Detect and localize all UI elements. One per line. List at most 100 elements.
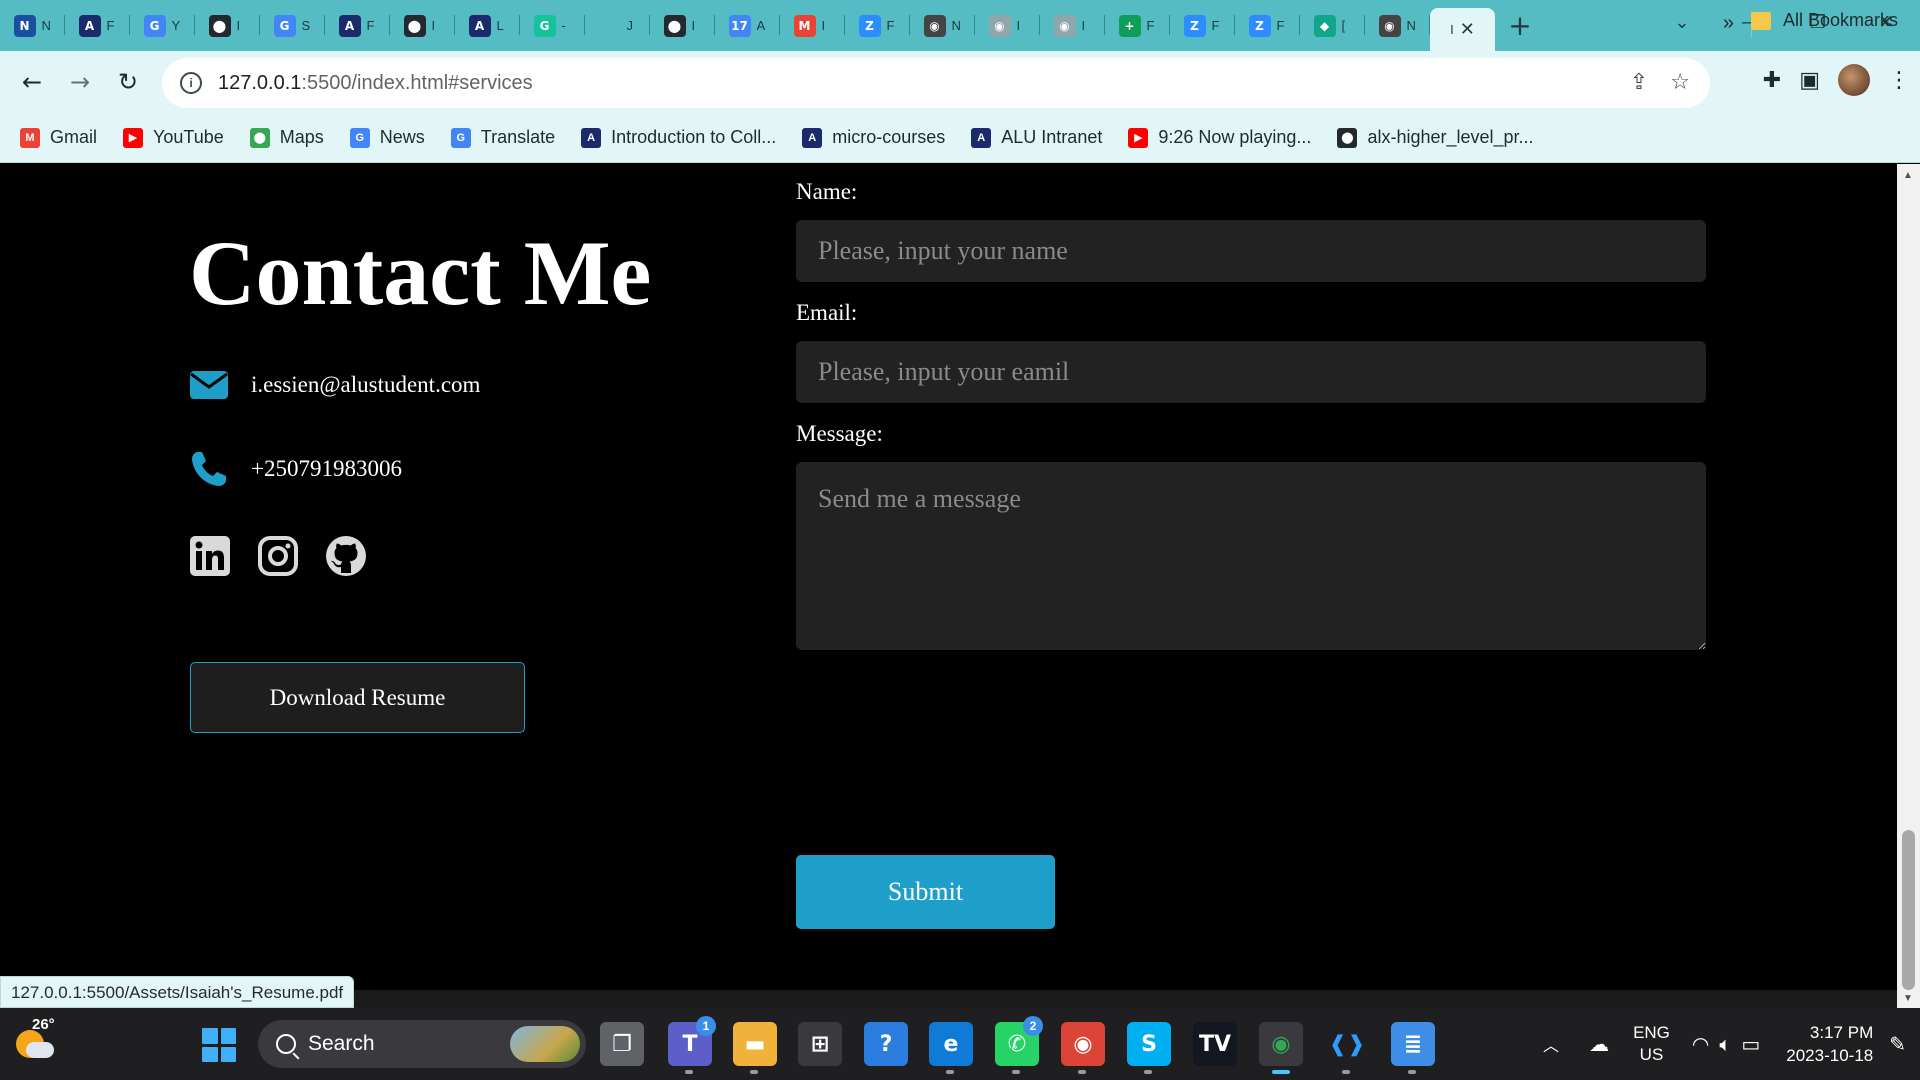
new-tab-icon[interactable]: + [1495, 0, 1545, 51]
browser-tab[interactable]: ZF [1235, 0, 1300, 51]
name-input[interactable] [796, 220, 1706, 282]
browser-tab[interactable]: AF [65, 0, 130, 51]
submit-button[interactable]: Submit [796, 855, 1055, 929]
contact-email[interactable]: i.essien@alustudent.com [251, 372, 480, 398]
browser-tab[interactable]: ZF [845, 0, 910, 51]
browser-tab[interactable]: ⬤ I [650, 0, 715, 51]
tradingview-icon[interactable]: TV [1193, 1022, 1237, 1066]
back-icon[interactable]: ← [8, 58, 56, 106]
teams-icon[interactable]: T1 [668, 1016, 716, 1074]
browser-tab[interactable]: AF [325, 0, 390, 51]
scroll-down-icon[interactable]: ▼ [1903, 993, 1913, 1004]
bookmark-item[interactable]: ▶ 9:26 Now playing... [1128, 127, 1311, 148]
browser-tab[interactable]: 17 A [715, 0, 780, 51]
bookmarks-bar: M Gmail ▶ YouTube ⬤ Maps G News G Translate A Intro… [0, 113, 1920, 163]
vscode-icon[interactable]: ❰❱ [1325, 1022, 1369, 1074]
download-resume-button[interactable]: Download Resume [190, 662, 525, 733]
tab-title: Y [171, 18, 181, 33]
browser-tab[interactable]: AL [455, 0, 520, 51]
chrome-profile-icon[interactable]: ◉ [1061, 1022, 1105, 1074]
bookmark-item[interactable]: G News [349, 127, 425, 148]
linkedin-icon[interactable] [189, 535, 231, 577]
google-icon: G [143, 14, 166, 37]
browser-tab[interactable]: GS [260, 0, 325, 51]
extensions-icon[interactable]: ✚ [1763, 68, 1781, 93]
google-icon: G [273, 14, 296, 37]
browser-tab[interactable]: ◆[ [1300, 0, 1365, 51]
skype-icon[interactable]: S [1127, 1022, 1171, 1074]
notifications-icon[interactable]: ✎ [1889, 1032, 1906, 1056]
file-explorer-icon[interactable]: ▬ [733, 1022, 777, 1074]
site-info-icon[interactable]: i [180, 72, 202, 94]
chrome-icon[interactable]: ◉ [1259, 1022, 1303, 1074]
language-indicator[interactable]: ENG US [1633, 1022, 1670, 1066]
search-icon [276, 1034, 296, 1054]
tray-overflow-icon[interactable]: ︿ [1543, 1032, 1559, 1056]
browser-tab[interactable]: + F [1105, 0, 1170, 51]
bookmark-item[interactable]: ⬤ Maps [249, 127, 324, 148]
email-input[interactable] [796, 341, 1706, 403]
browser-tab[interactable]: ◉ N [910, 0, 975, 51]
github-icon[interactable] [325, 535, 367, 577]
system-tray: ︿ ☁ ENG US ◠ 🔈︎ ▭ 3:17 PM 2023-10-18 ✎ [1543, 1008, 1920, 1080]
notepad-icon[interactable]: ≣ [1391, 1022, 1435, 1074]
browser-tab[interactable]: ◉ I [1040, 0, 1105, 51]
contact-phone[interactable]: +250791983006 [251, 456, 402, 482]
edge-icon[interactable]: e [929, 1022, 973, 1074]
profile-avatar[interactable] [1838, 64, 1870, 96]
browser-tab[interactable]: GY [130, 0, 195, 51]
battery-icon[interactable]: ▭ [1741, 1032, 1760, 1056]
bookmark-item[interactable]: G Translate [450, 127, 555, 148]
share-icon[interactable]: ⇪ [1630, 70, 1648, 95]
tab-search-icon[interactable]: ⌄ [1648, 0, 1716, 44]
side-panel-icon[interactable]: ▣ [1799, 68, 1820, 93]
reload-icon[interactable]: ↻ [104, 58, 152, 106]
microsoft-store-icon[interactable]: ⊞ [798, 1022, 842, 1066]
task-view-icon[interactable]: ❐ [600, 1022, 644, 1066]
bookmark-item[interactable]: M Gmail [20, 127, 97, 148]
all-bookmarks-button[interactable]: All Bookmarks [1750, 10, 1898, 31]
page-scrollbar[interactable]: ▲ ▼ [1897, 164, 1920, 1008]
active-browser-tab[interactable]: I ✕ [1430, 8, 1495, 51]
bookmark-item[interactable]: Amicro-courses [802, 127, 945, 148]
onedrive-icon[interactable]: ☁ [1589, 1032, 1609, 1056]
address-bar[interactable]: i 127.0.0.1:5500/index.html#services ⇪ ☆ [162, 58, 1710, 108]
tab-title: I [431, 18, 436, 33]
browser-tab[interactable]: ⬤ I [390, 0, 455, 51]
browser-tab[interactable]: MI [780, 0, 845, 51]
bookmarks-overflow-button[interactable]: » [1723, 12, 1734, 35]
volume-icon[interactable]: 🔈︎ [1719, 1032, 1731, 1056]
address-url[interactable]: 127.0.0.1:5500/index.html#services [218, 72, 533, 95]
bookmark-item[interactable]: A ALU Intranet [971, 127, 1102, 148]
browser-tab[interactable]: ZF [1170, 0, 1235, 51]
tab-title: F [1146, 18, 1155, 33]
scroll-up-icon[interactable]: ▲ [1903, 170, 1913, 181]
page-content: Contact Me i.essien@alustudent.com +2507… [0, 164, 1897, 990]
browser-tab[interactable]: ◉ I [975, 0, 1040, 51]
browser-tab[interactable]: G- [520, 0, 585, 51]
browser-tab[interactable]: ◉ N [1365, 0, 1430, 51]
whatsapp-icon[interactable]: ✆ 2 [995, 1016, 1043, 1074]
social-links [189, 535, 367, 577]
alu-icon: A [971, 127, 992, 148]
start-button[interactable] [202, 1028, 236, 1062]
bookmark-item[interactable]: ⬤ alx-higher_level_pr... [1337, 127, 1534, 148]
browser-tab[interactable]: ⬤ I [195, 0, 260, 51]
scrollbar-thumb[interactable] [1902, 830, 1915, 990]
browser-tab[interactable]: J [585, 0, 650, 51]
wifi-icon[interactable]: ◠ [1692, 1032, 1709, 1056]
menu-icon[interactable]: ⋮ [1888, 68, 1910, 93]
clock[interactable]: 3:17 PM 2023-10-18 [1786, 1021, 1873, 1067]
instagram-icon[interactable] [257, 535, 299, 577]
taskbar-search[interactable]: Search [258, 1020, 586, 1068]
forward-icon[interactable]: → [56, 58, 104, 106]
bookmark-item[interactable]: A Introduction to Coll... [581, 127, 776, 148]
bookmark-item[interactable]: ▶ YouTube [123, 127, 224, 148]
bookmark-star-icon[interactable]: ☆ [1670, 70, 1690, 95]
weather-widget[interactable]: 26° [12, 1016, 58, 1066]
browser-tab[interactable]: NN [0, 0, 65, 51]
help-icon[interactable]: ? [864, 1022, 908, 1066]
close-tab-icon[interactable]: ✕ [1460, 19, 1475, 40]
teams-badge: 1 [696, 1016, 716, 1036]
message-textarea[interactable] [796, 462, 1706, 650]
